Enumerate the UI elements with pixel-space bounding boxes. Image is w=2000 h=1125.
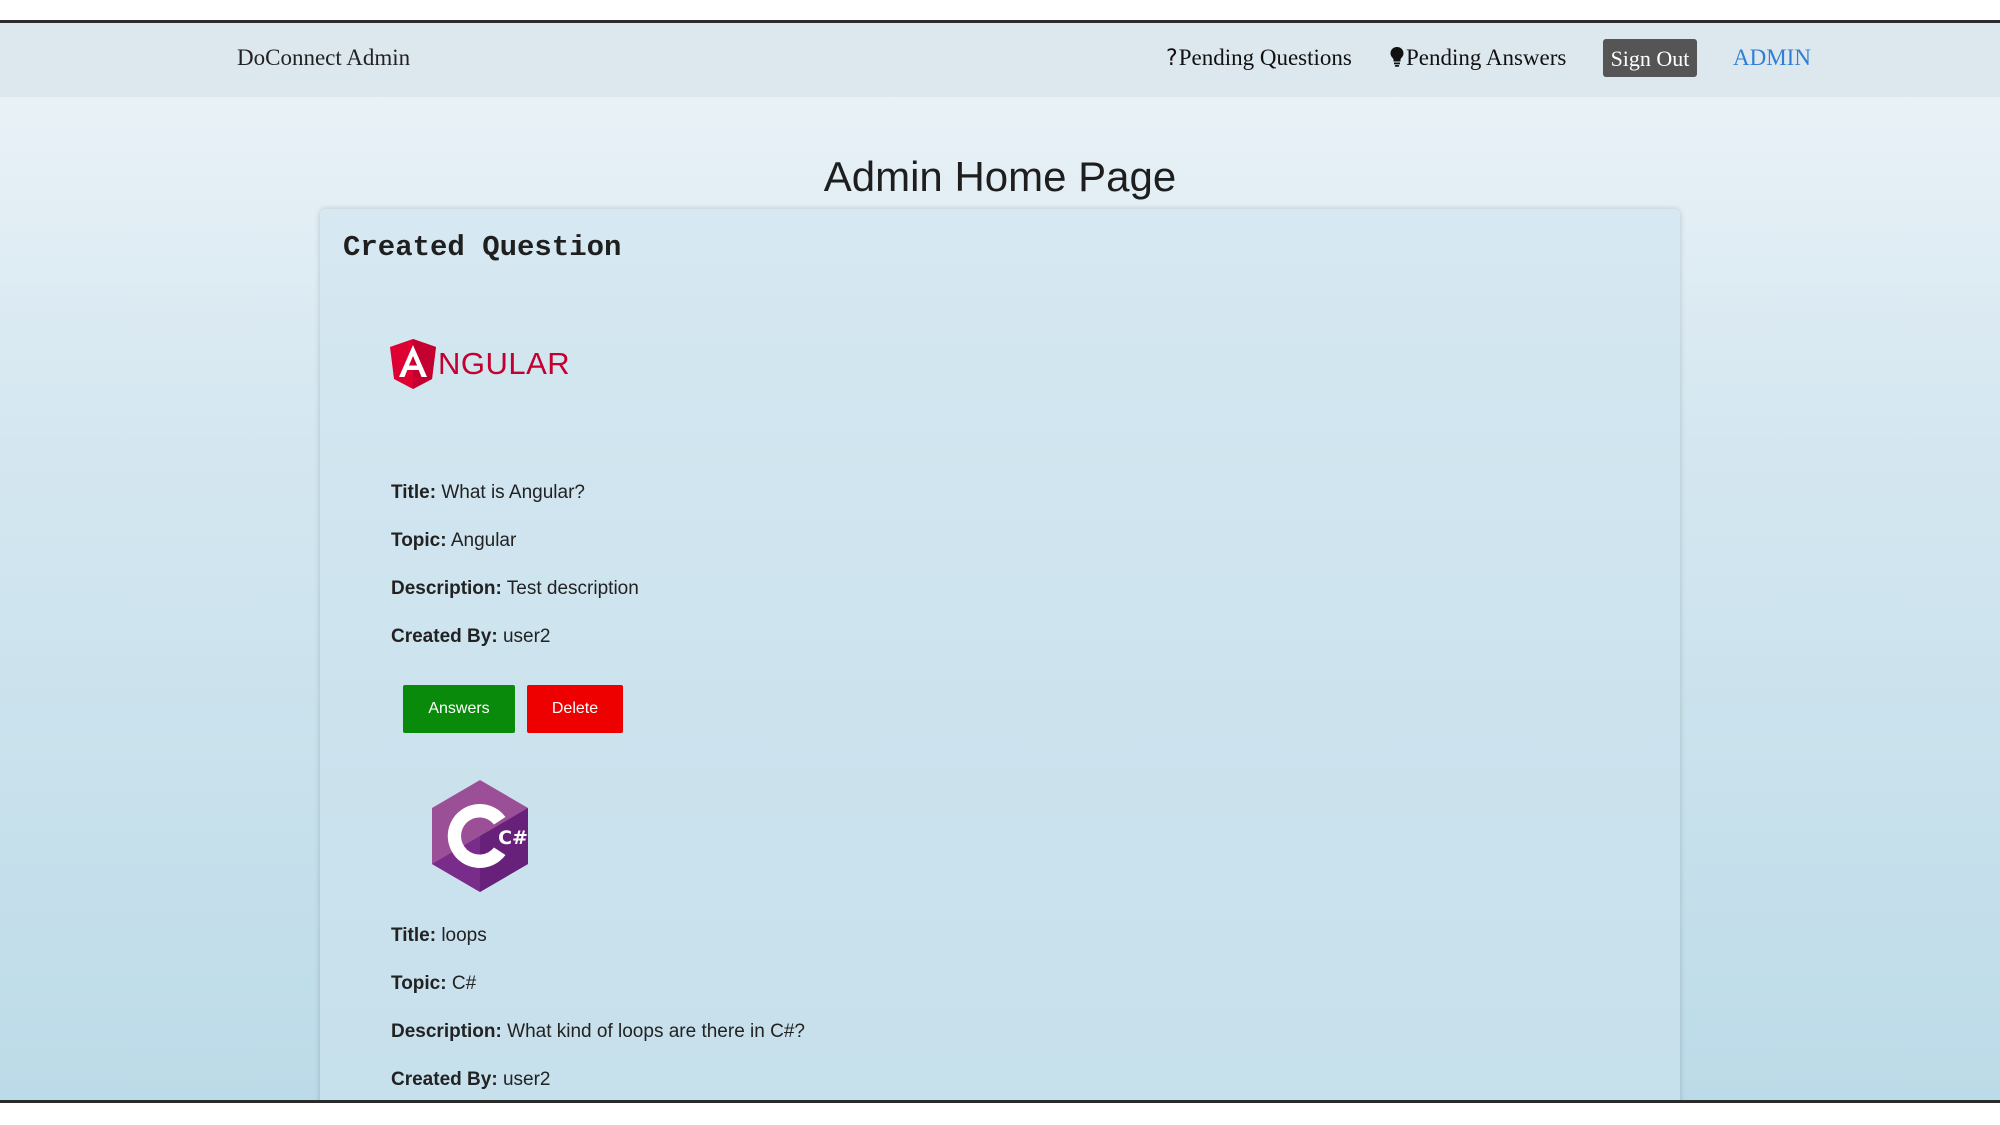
angular-logo: NGULAR — [390, 339, 570, 389]
screenshot-frame: DoConnect Admin ? Pending Questions Pend… — [0, 0, 2000, 1125]
created-by-label: Created By: — [391, 626, 498, 647]
question-2-title-value: loops — [441, 925, 487, 946]
created-questions-card: Created Question NGULAR Title: What is A… — [320, 209, 1680, 1100]
question-1-description-value: Test description — [506, 578, 639, 599]
question-2-description-value: What kind of loops are there in C#? — [507, 1021, 805, 1042]
lightbulb-icon — [1390, 47, 1404, 67]
question-2-title: Title: loops — [391, 925, 487, 947]
csharp-hexagon-icon: C# — [432, 780, 528, 892]
question-1-created-by: Created By: user2 — [391, 626, 550, 648]
question-1-description: Description: Test description — [391, 578, 639, 600]
answers-button[interactable]: Answers — [403, 685, 515, 733]
nav-pending-questions[interactable]: ? Pending Questions — [1166, 45, 1352, 71]
navbar: DoConnect Admin ? Pending Questions Pend… — [0, 23, 2000, 97]
question-1-created-by-value: user2 — [502, 626, 551, 647]
question-mark-icon: ? — [1166, 45, 1178, 71]
question-2-created-by: Created By: user2 — [391, 1069, 550, 1091]
question-1-title: Title: What is Angular? — [391, 482, 585, 504]
question-1-topic-value: Angular — [450, 530, 517, 551]
angular-shield-icon — [390, 339, 436, 389]
browser-viewport: DoConnect Admin ? Pending Questions Pend… — [0, 23, 2000, 1100]
card-heading: Created Question — [343, 231, 622, 264]
angular-logo-text: NGULAR — [438, 346, 571, 381]
question-1-topic: Topic: Angular — [391, 530, 516, 552]
question-2-created-by-value: user2 — [502, 1069, 551, 1090]
question-2-topic-value: C# — [451, 973, 477, 994]
csharp-logo: C# — [430, 780, 530, 897]
topic-label: Topic: — [391, 973, 447, 994]
delete-button[interactable]: Delete — [527, 685, 623, 733]
topic-label: Topic: — [391, 530, 447, 551]
page-title: Admin Home Page — [823, 153, 1177, 200]
question-1-title-value: What is Angular? — [441, 482, 585, 503]
nav-pending-questions-label: Pending Questions — [1178, 45, 1352, 70]
nav-pending-answers[interactable]: Pending Answers — [1390, 45, 1566, 71]
title-label: Title: — [391, 925, 437, 946]
sign-out-button[interactable]: Sign Out — [1603, 39, 1697, 77]
bottom-border — [0, 1100, 2000, 1103]
title-label: Title: — [391, 482, 437, 503]
description-label: Description: — [391, 578, 502, 599]
created-by-label: Created By: — [391, 1069, 498, 1090]
brand-link[interactable]: DoConnect Admin — [237, 45, 410, 71]
description-label: Description: — [391, 1021, 502, 1042]
question-2-topic: Topic: C# — [391, 973, 476, 995]
question-2-description: Description: What kind of loops are ther… — [391, 1021, 805, 1043]
csharp-logo-text: C# — [498, 827, 528, 849]
admin-user-link[interactable]: ADMIN — [1733, 45, 1811, 71]
nav-pending-answers-label: Pending Answers — [1406, 45, 1567, 70]
